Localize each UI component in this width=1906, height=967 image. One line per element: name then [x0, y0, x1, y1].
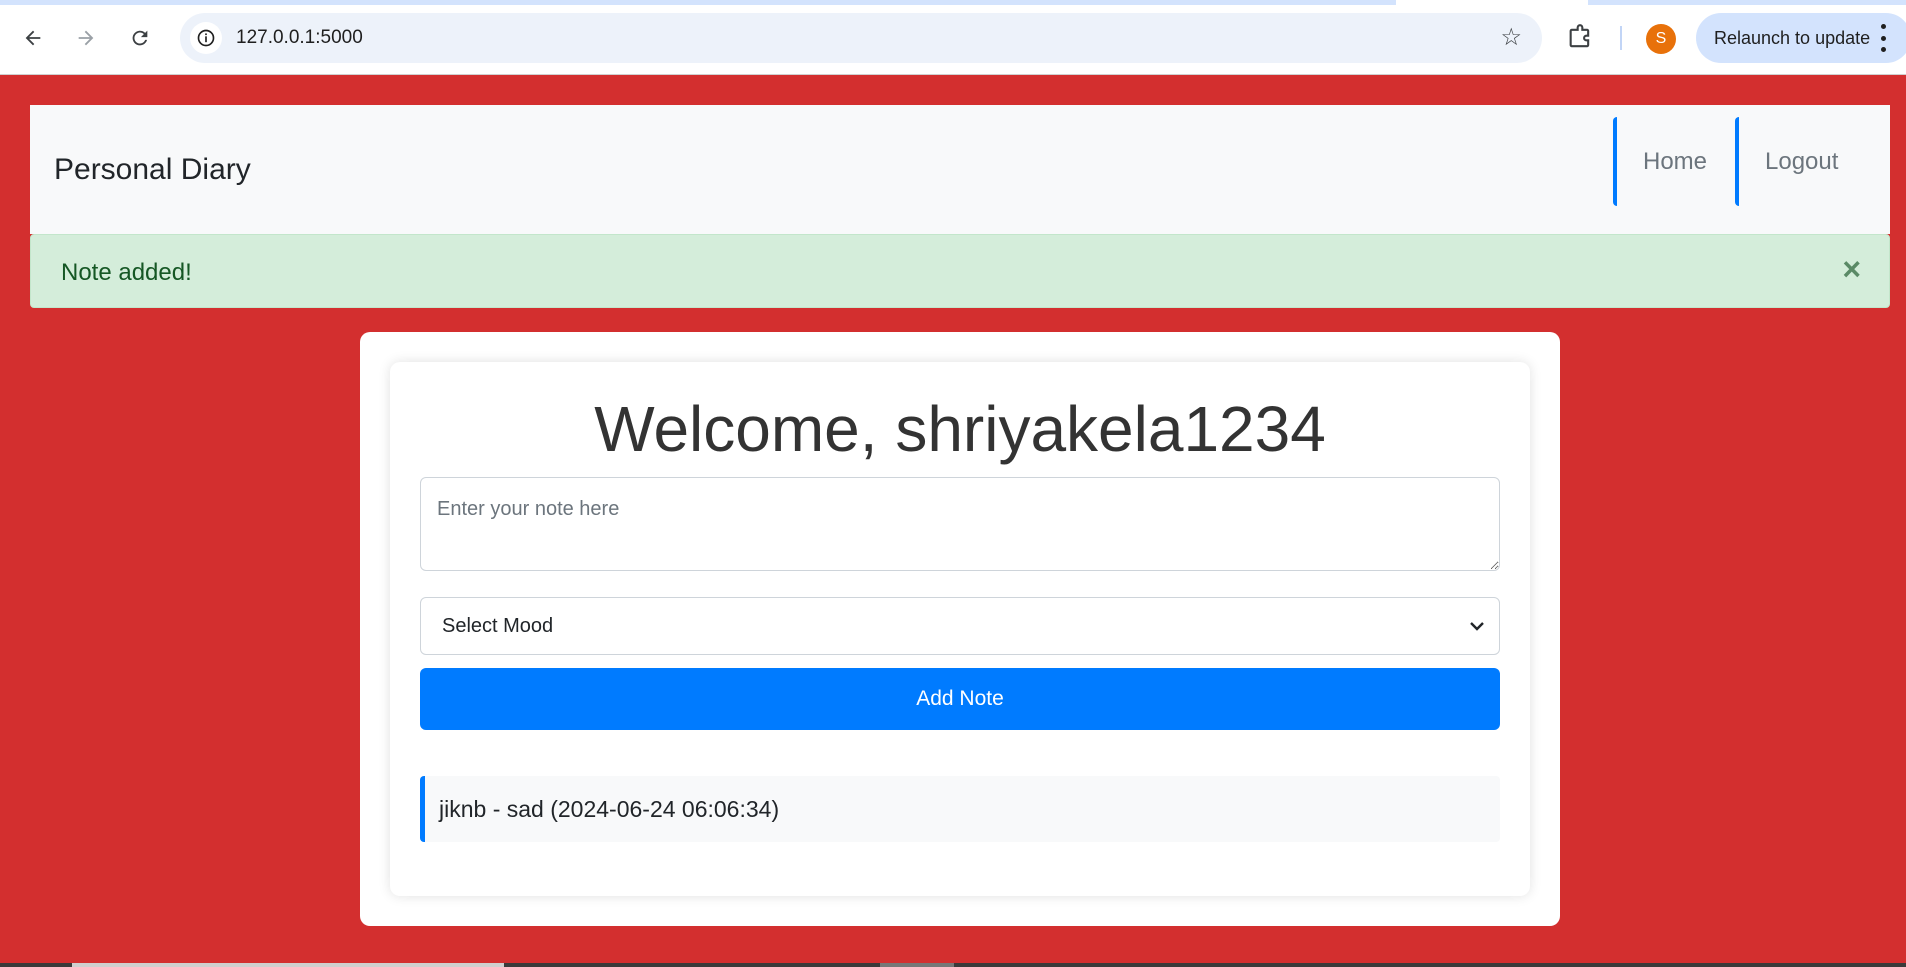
reload-button[interactable] [124, 22, 156, 54]
back-arrow-icon [25, 30, 41, 46]
address-bar[interactable]: 127.0.0.1:5000 ☆ [180, 13, 1542, 63]
site-info-button[interactable] [190, 22, 222, 54]
browser-toolbar: 127.0.0.1:5000 ☆ S Relaunch to update [0, 0, 1906, 75]
relaunch-label: Relaunch to update [1714, 27, 1871, 48]
reload-icon [132, 30, 148, 46]
forward-arrow-icon [78, 30, 94, 46]
mood-select-value: Select Mood [442, 615, 554, 637]
nav-logout-link[interactable]: Logout [1735, 117, 1865, 206]
taskbar-segment [880, 963, 954, 967]
list-item: jiknb - sad (2024-06-24 06:06:34) [420, 776, 1500, 842]
mood-select[interactable]: Select Mood [420, 597, 1500, 655]
site-info-icon [197, 29, 215, 47]
alert-message: Note added! [61, 259, 192, 286]
diary-card: Welcome, shriyakela1234 Select Mood Add … [390, 362, 1530, 896]
url-text[interactable]: 127.0.0.1:5000 [236, 27, 363, 49]
close-icon[interactable]: × [1842, 253, 1861, 285]
navbar: Personal Diary Home Logout [30, 105, 1890, 234]
tab-strip [0, 0, 1906, 5]
toolbar-divider [1620, 26, 1622, 50]
active-tab[interactable] [1396, 0, 1588, 5]
brand-link[interactable]: Personal Diary [54, 153, 251, 187]
star-icon[interactable]: ☆ [1500, 25, 1522, 51]
success-alert: Note added! × [30, 234, 1890, 308]
add-note-button[interactable]: Add Note [420, 668, 1500, 730]
nav-home-link[interactable]: Home [1613, 117, 1733, 206]
outer-container: Welcome, shriyakela1234 Select Mood Add … [360, 332, 1560, 926]
back-button[interactable] [17, 22, 49, 54]
forward-button[interactable] [70, 22, 102, 54]
note-textarea[interactable] [420, 477, 1500, 571]
kebab-menu-icon[interactable] [1878, 24, 1888, 52]
relaunch-button[interactable]: Relaunch to update [1696, 13, 1906, 63]
taskbar-edge [0, 963, 1906, 967]
profile-avatar[interactable]: S [1646, 24, 1676, 54]
extensions-icon[interactable] [1566, 24, 1594, 57]
chevron-down-icon [1470, 622, 1484, 631]
taskbar-segment [72, 963, 504, 967]
welcome-heading: Welcome, shriyakela1234 [594, 393, 1326, 465]
note-text: jiknb - sad (2024-06-24 06:06:34) [439, 796, 780, 822]
add-note-label: Add Note [916, 687, 1004, 710]
